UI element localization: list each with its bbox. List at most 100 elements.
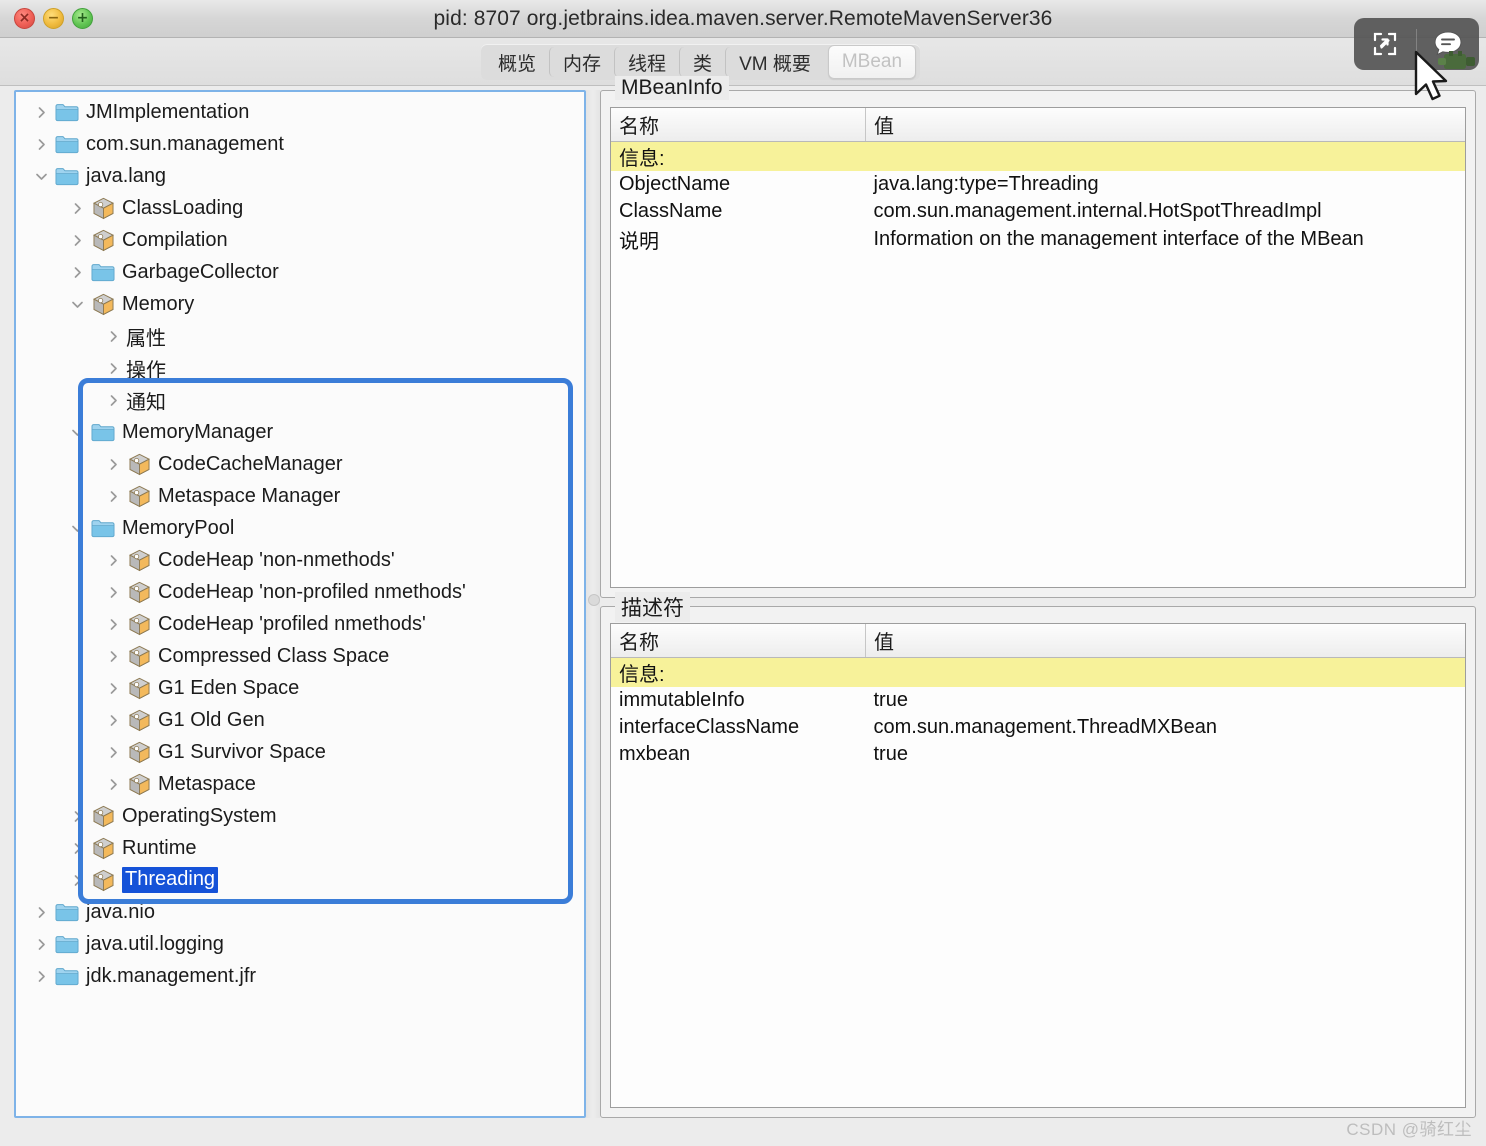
disclosure-collapsed[interactable] bbox=[100, 617, 126, 632]
cell-value: true bbox=[873, 689, 908, 711]
tree-node[interactable]: MemoryPool bbox=[16, 512, 584, 544]
table-row-info[interactable]: 信息: bbox=[611, 657, 1465, 687]
jconsole-window: × − + pid: 8707 org.jetbrains.idea.maven… bbox=[0, 0, 1486, 1146]
tab-vm-summary[interactable]: VM 概要 bbox=[725, 47, 824, 77]
column-header-name[interactable]: 名称 bbox=[611, 624, 866, 658]
descriptor-table-wrap[interactable]: 名称 值 信息: immutableInfo true interfaceClassN… bbox=[610, 623, 1466, 1108]
disclosure-collapsed[interactable] bbox=[100, 777, 126, 792]
column-header-value[interactable]: 值 bbox=[865, 108, 1465, 142]
chevron-right-icon bbox=[74, 810, 81, 822]
folder-icon bbox=[54, 935, 80, 954]
tree-node[interactable]: CodeHeap 'profiled nmethods' bbox=[16, 608, 584, 640]
tree-node[interactable]: Runtime bbox=[16, 832, 584, 864]
toolbar: 概览 内存 线程类 VM 概要 MBean bbox=[0, 38, 1486, 86]
disclosure-collapsed[interactable] bbox=[28, 937, 54, 952]
table-row-info[interactable]: 信息: bbox=[611, 141, 1465, 171]
disclosure-collapsed[interactable] bbox=[28, 905, 54, 920]
column-header-value[interactable]: 值 bbox=[865, 624, 1465, 658]
watermark: CSDN @骑红尘 bbox=[1346, 1120, 1472, 1139]
disclosure-collapsed[interactable] bbox=[64, 809, 90, 824]
divider-grip[interactable] bbox=[588, 594, 600, 606]
tree-node[interactable]: CodeCacheManager bbox=[16, 448, 584, 480]
disclosure-collapsed[interactable] bbox=[64, 233, 90, 248]
mbean-icon bbox=[128, 549, 150, 571]
tree-node[interactable]: ClassLoading bbox=[16, 192, 584, 224]
disclosure-expanded[interactable] bbox=[64, 425, 90, 440]
tab-classes[interactable]: 类 bbox=[679, 47, 725, 77]
tree-node[interactable]: Memory bbox=[16, 288, 584, 320]
disclosure-collapsed[interactable] bbox=[64, 873, 90, 888]
mbean-icon bbox=[128, 741, 150, 763]
tree-node[interactable]: com.sun.management bbox=[16, 128, 584, 160]
cell-value: Information on the management interface … bbox=[873, 228, 1364, 250]
expand-button[interactable] bbox=[1354, 18, 1416, 70]
tree-node[interactable]: java.lang bbox=[16, 160, 584, 192]
disclosure-collapsed[interactable] bbox=[28, 137, 54, 152]
disclosure-collapsed[interactable] bbox=[100, 745, 126, 760]
mbean-icon bbox=[92, 229, 114, 251]
disclosure-collapsed[interactable] bbox=[64, 265, 90, 280]
table-row[interactable]: ClassName com.sun.management.internal.Hot… bbox=[611, 198, 1465, 225]
disclosure-collapsed[interactable] bbox=[100, 457, 126, 472]
folder-icon bbox=[55, 935, 79, 953]
disclosure-collapsed[interactable] bbox=[100, 553, 126, 568]
disclosure-collapsed[interactable] bbox=[100, 585, 126, 600]
chevron-right-icon bbox=[74, 202, 81, 214]
disclosure-collapsed[interactable] bbox=[100, 681, 126, 696]
mbean-tree-panel[interactable]: JMImplementation com.sun.management java.l… bbox=[14, 90, 586, 1118]
mbean-tree[interactable]: JMImplementation com.sun.management java.l… bbox=[16, 96, 584, 992]
disclosure-collapsed[interactable] bbox=[100, 649, 126, 664]
tab-overview[interactable]: 概览 bbox=[485, 47, 549, 77]
tree-node-label: JMImplementation bbox=[86, 100, 250, 123]
tree-node[interactable]: jdk.management.jfr bbox=[16, 960, 584, 992]
tree-node[interactable]: G1 Old Gen bbox=[16, 704, 584, 736]
disclosure-collapsed[interactable] bbox=[28, 105, 54, 120]
tree-node[interactable]: G1 Eden Space bbox=[16, 672, 584, 704]
tab-mbean[interactable]: MBean bbox=[827, 45, 917, 79]
table-row[interactable]: immutableInfo true bbox=[611, 687, 1465, 714]
disclosure-collapsed[interactable] bbox=[100, 713, 126, 728]
tree-node[interactable]: G1 Survivor Space bbox=[16, 736, 584, 768]
tree-node-label: G1 Survivor Space bbox=[158, 740, 326, 763]
disclosure-expanded[interactable] bbox=[64, 297, 90, 312]
column-header-name[interactable]: 名称 bbox=[611, 108, 866, 142]
tab-threads[interactable]: 线程 bbox=[614, 47, 679, 77]
tree-node[interactable]: Metaspace bbox=[16, 768, 584, 800]
chevron-right-icon bbox=[110, 554, 117, 566]
split-divider[interactable] bbox=[586, 90, 600, 1118]
tree-node[interactable]: 操作 bbox=[16, 352, 584, 384]
tree-node[interactable]: Compilation bbox=[16, 224, 584, 256]
tree-node-selected[interactable]: Threading bbox=[16, 864, 584, 896]
tree-node-label: MemoryPool bbox=[122, 516, 235, 539]
tab-bar: 概览 内存 线程类 VM 概要 MBean bbox=[481, 44, 921, 80]
tree-node[interactable]: java.nio bbox=[16, 896, 584, 928]
table-row[interactable]: 说明 Information on the management interfac… bbox=[611, 225, 1465, 254]
tree-node[interactable]: OperatingSystem bbox=[16, 800, 584, 832]
table-row[interactable]: interfaceClassName com.sun.management.Thr… bbox=[611, 714, 1465, 741]
disclosure-collapsed[interactable] bbox=[100, 329, 126, 344]
disclosure-collapsed[interactable] bbox=[64, 841, 90, 856]
tree-node[interactable]: GarbageCollector bbox=[16, 256, 584, 288]
tree-node[interactable]: java.util.logging bbox=[16, 928, 584, 960]
disclosure-collapsed[interactable] bbox=[100, 393, 126, 408]
disclosure-expanded[interactable] bbox=[28, 169, 54, 184]
disclosure-collapsed[interactable] bbox=[28, 969, 54, 984]
disclosure-collapsed[interactable] bbox=[64, 201, 90, 216]
tree-node[interactable]: 通知 bbox=[16, 384, 584, 416]
tree-node[interactable]: MemoryManager bbox=[16, 416, 584, 448]
table-row[interactable]: mxbean true bbox=[611, 741, 1465, 768]
tree-node[interactable]: CodeHeap 'non-profiled nmethods' bbox=[16, 576, 584, 608]
mbean-icon bbox=[126, 453, 152, 476]
disclosure-collapsed[interactable] bbox=[100, 489, 126, 504]
mbeaninfo-table-wrap[interactable]: 名称 值 信息: ObjectName java.lang:type=Threadi… bbox=[610, 107, 1466, 588]
tree-node[interactable]: 属性 bbox=[16, 320, 584, 352]
tree-node[interactable]: Metaspace Manager bbox=[16, 480, 584, 512]
chevron-down-icon bbox=[35, 173, 47, 180]
disclosure-collapsed[interactable] bbox=[100, 361, 126, 376]
tab-memory[interactable]: 内存 bbox=[549, 47, 614, 77]
disclosure-expanded[interactable] bbox=[64, 521, 90, 536]
tree-node[interactable]: Compressed Class Space bbox=[16, 640, 584, 672]
tree-node[interactable]: CodeHeap 'non-nmethods' bbox=[16, 544, 584, 576]
table-row[interactable]: ObjectName java.lang:type=Threading bbox=[611, 171, 1465, 198]
tree-node[interactable]: JMImplementation bbox=[16, 96, 584, 128]
